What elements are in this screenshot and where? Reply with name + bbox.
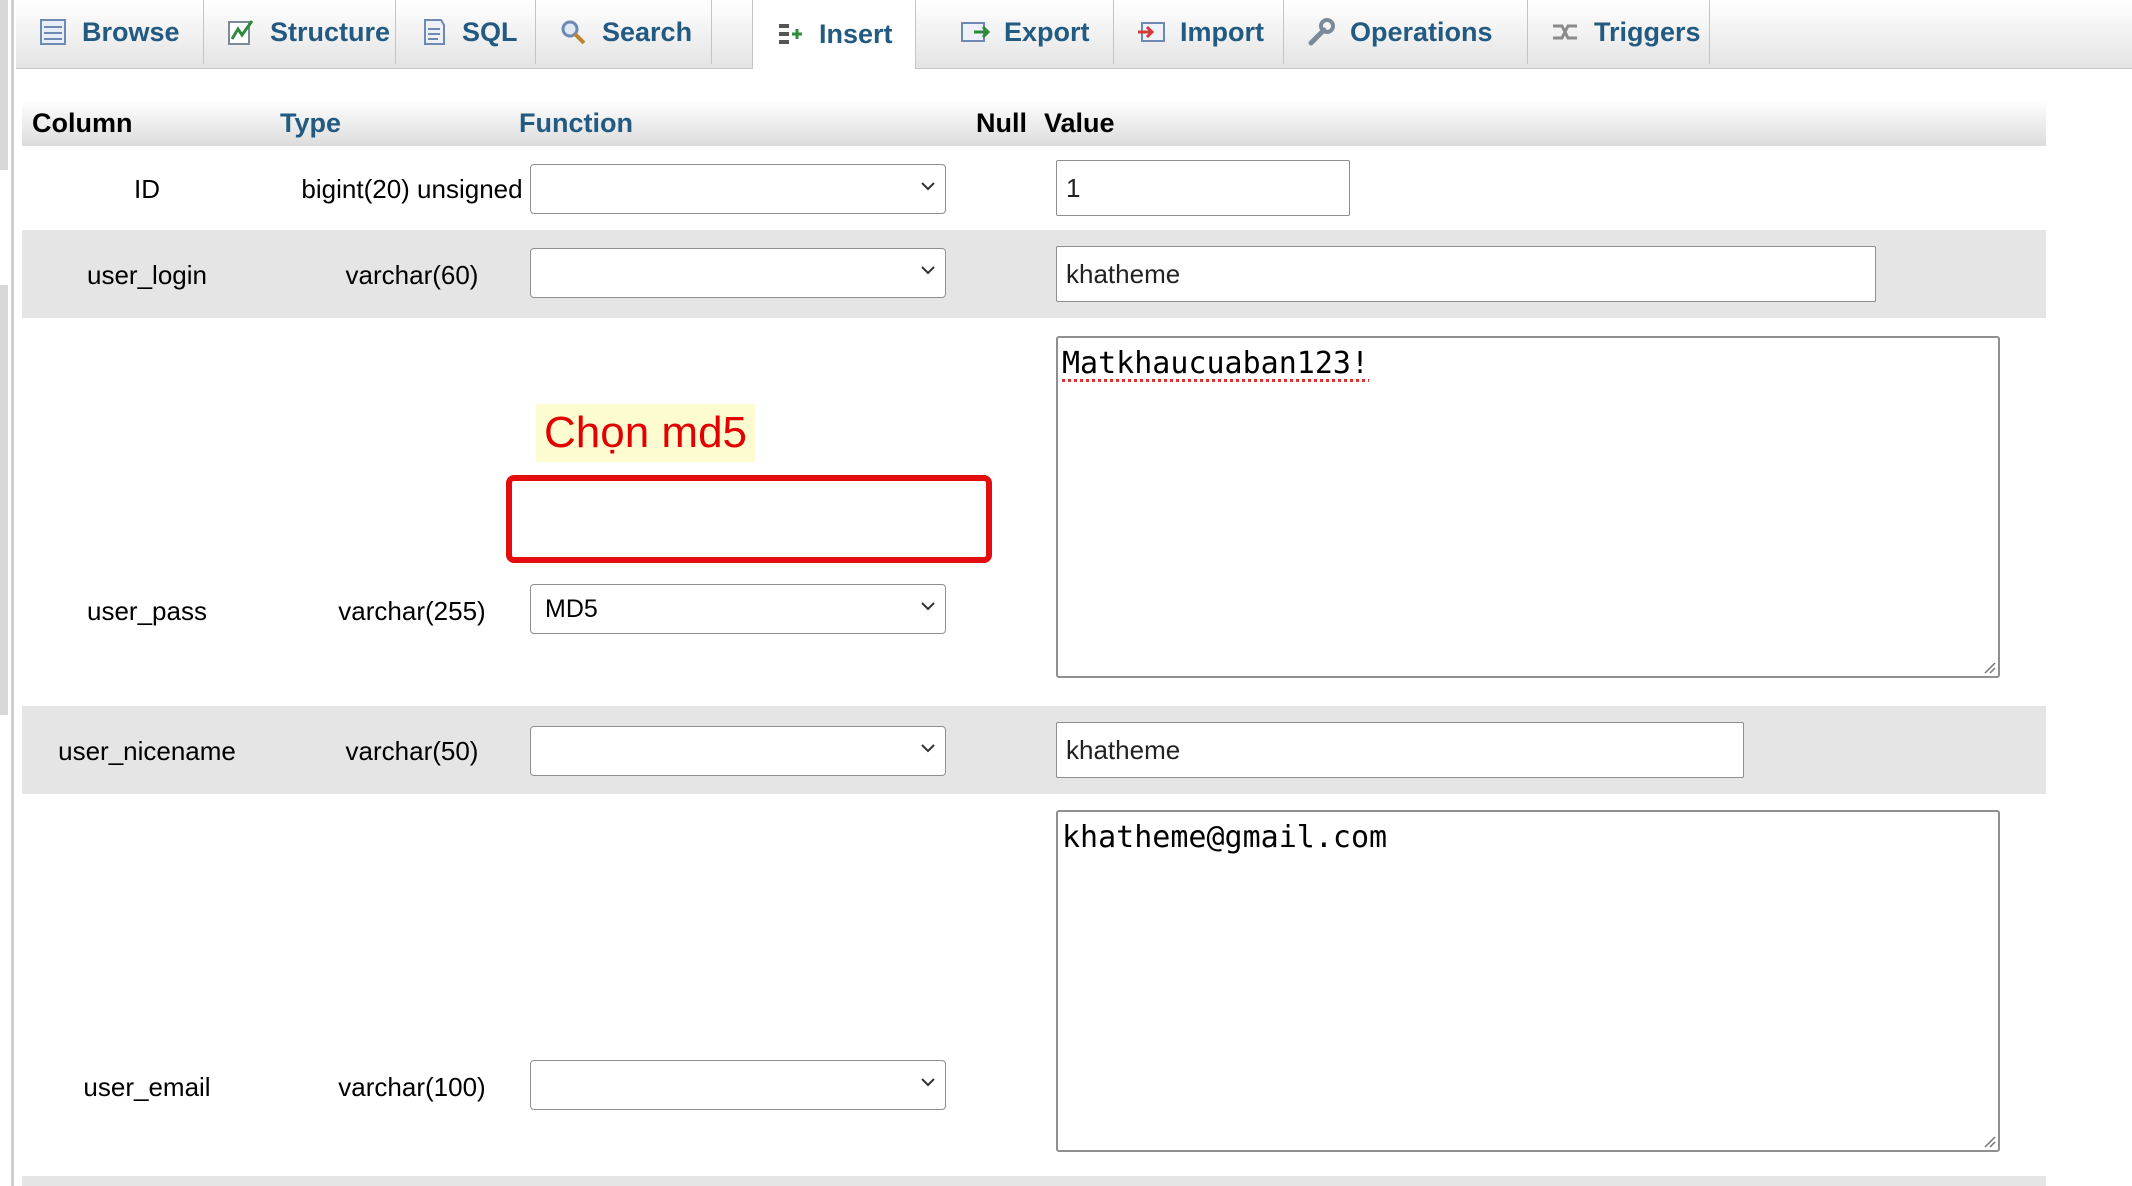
- tab-search[interactable]: Search: [536, 0, 712, 64]
- column-type: varchar(255): [338, 596, 486, 626]
- chevron-down-icon: [921, 602, 935, 611]
- resize-grip-icon[interactable]: [1980, 658, 1996, 674]
- chevron-down-icon: [921, 266, 935, 275]
- tab-export[interactable]: Export: [938, 0, 1114, 64]
- insert-icon: [775, 20, 805, 50]
- header-null: Null: [976, 108, 1027, 138]
- frame-handle[interactable]: [0, 285, 8, 715]
- header-type[interactable]: Type: [280, 108, 341, 139]
- value-text: khatheme@gmail.com: [1062, 820, 1388, 855]
- header-column: Column: [32, 108, 133, 138]
- value-textarea[interactable]: khatheme@gmail.com: [1056, 810, 2000, 1152]
- tab-label: Import: [1180, 16, 1264, 47]
- annotation-label: Chọn md5: [536, 404, 756, 462]
- value-input[interactable]: khatheme: [1056, 722, 1744, 778]
- column-name: user_pass: [87, 596, 207, 626]
- function-select[interactable]: [530, 726, 946, 776]
- frame-handle[interactable]: [0, 0, 8, 170]
- table-header: Column Type Function Null Value: [22, 100, 2046, 146]
- function-select-value: MD5: [545, 595, 598, 623]
- tab-label: SQL: [462, 16, 518, 47]
- column-name: user_email: [83, 1072, 211, 1102]
- column-name: ID: [134, 174, 160, 204]
- tab-label: Search: [602, 16, 693, 47]
- column-type: varchar(50): [345, 736, 479, 766]
- tab-label: Browse: [82, 16, 180, 47]
- frame-divider: [11, 0, 14, 1186]
- value-textarea[interactable]: Matkhaucuaban123!: [1056, 336, 2000, 678]
- function-select[interactable]: [530, 164, 946, 214]
- tab-operations[interactable]: Operations: [1284, 0, 1528, 64]
- sql-icon: [418, 17, 448, 47]
- function-select-md5[interactable]: MD5: [530, 584, 946, 634]
- triggers-icon: [1550, 17, 1580, 47]
- next-row-strip: [22, 1176, 2046, 1186]
- tab-label: Insert: [819, 19, 893, 49]
- tab-label: Export: [1004, 16, 1090, 47]
- value-input[interactable]: khatheme: [1056, 246, 1876, 302]
- table-row: user_nicename varchar(50) khatheme: [22, 706, 2046, 794]
- annotation-highlight-box: [506, 475, 992, 563]
- column-type: bigint(20) unsigned: [301, 174, 523, 204]
- chevron-down-icon: [921, 744, 935, 753]
- header-value: Value: [1044, 108, 1115, 138]
- tab-triggers[interactable]: Triggers: [1528, 0, 1710, 64]
- column-name: user_nicename: [58, 736, 236, 766]
- tab-bar: Browse Structure SQL Search Insert Expor…: [16, 0, 2132, 69]
- column-name: user_login: [87, 260, 207, 290]
- import-icon: [1136, 17, 1166, 47]
- chevron-down-icon: [921, 182, 935, 191]
- search-icon: [558, 17, 588, 47]
- structure-icon: [226, 17, 256, 47]
- value-text: Matkhaucuaban123!: [1062, 346, 1370, 381]
- function-select[interactable]: [530, 248, 946, 298]
- tab-label: Structure: [270, 16, 391, 47]
- tab-label: Operations: [1350, 16, 1493, 47]
- column-type: varchar(100): [338, 1072, 486, 1102]
- table-row: user_email varchar(100) khatheme@gmail.c…: [22, 794, 2046, 1174]
- table-row: ID bigint(20) unsigned 1: [22, 146, 2046, 230]
- tab-browse[interactable]: Browse: [16, 0, 204, 64]
- tab-structure[interactable]: Structure: [204, 0, 396, 64]
- left-frame-border: [0, 0, 14, 1186]
- tab-import[interactable]: Import: [1114, 0, 1284, 64]
- browse-icon: [38, 17, 68, 47]
- header-function[interactable]: Function: [519, 108, 633, 139]
- resize-grip-icon[interactable]: [1980, 1132, 1996, 1148]
- chevron-down-icon: [921, 1078, 935, 1087]
- tab-sql[interactable]: SQL: [396, 0, 536, 64]
- operations-icon: [1306, 17, 1336, 47]
- table-row: user_login varchar(60) khatheme: [22, 230, 2046, 318]
- export-icon: [960, 17, 991, 47]
- tab-insert[interactable]: Insert: [752, 0, 916, 69]
- tab-label: Triggers: [1594, 16, 1701, 47]
- value-input[interactable]: 1: [1056, 160, 1350, 216]
- column-type: varchar(60): [345, 260, 479, 290]
- function-select[interactable]: [530, 1060, 946, 1110]
